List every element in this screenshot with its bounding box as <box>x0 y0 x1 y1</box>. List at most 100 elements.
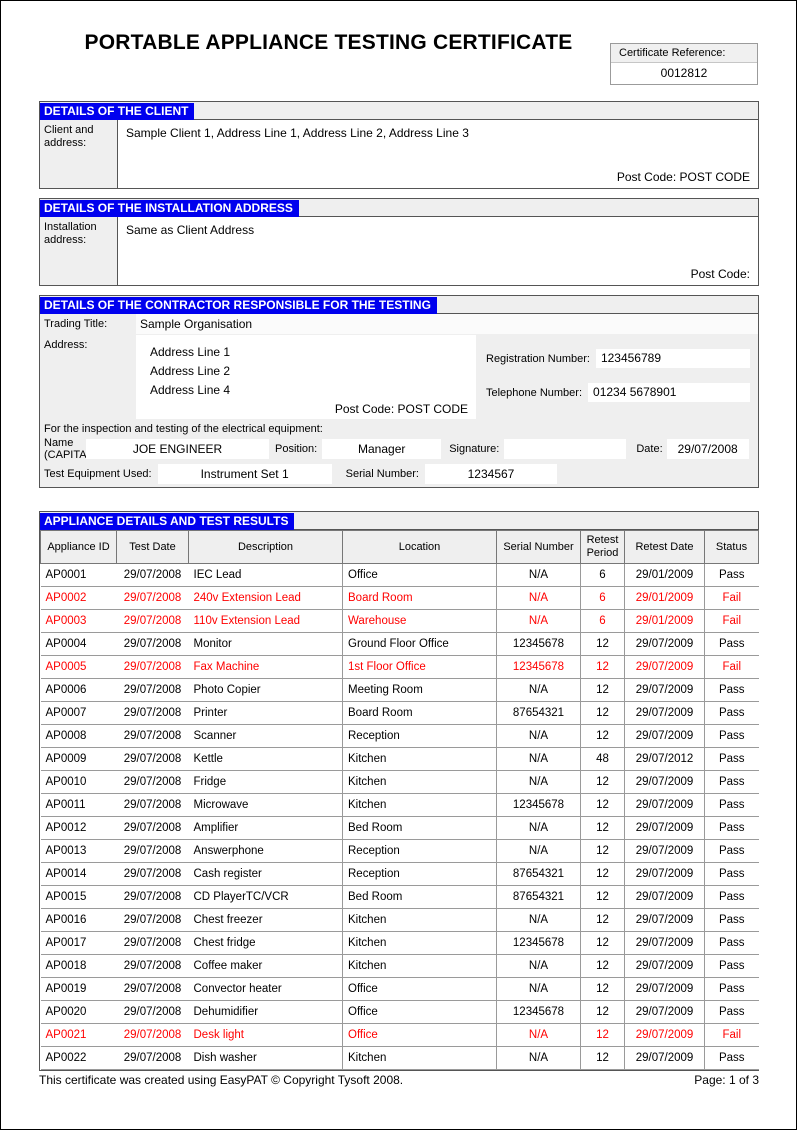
cell-description: Chest fridge <box>188 931 343 955</box>
cell-description: Microwave <box>188 793 343 817</box>
cell-test-date: 29/07/2008 <box>116 862 189 886</box>
cell-test-date: 29/07/2008 <box>116 954 189 978</box>
cell-serial-number: N/A <box>496 609 581 633</box>
contractor-address-line-2: Address Line 2 <box>150 364 231 378</box>
date-input[interactable]: 29/07/2008 <box>666 439 749 459</box>
column-header-retest-date[interactable]: Retest Date <box>624 530 705 564</box>
table-row[interactable]: AP0005 29/07/2008 Fax Machine 1st Floor Off… <box>40 655 759 679</box>
cell-serial-number: N/A <box>496 816 581 840</box>
cell-retest-date: 29/07/2009 <box>624 839 705 863</box>
table-row[interactable]: AP0002 29/07/2008 240v Extension Lead Board… <box>40 586 759 610</box>
cell-retest-period: 12 <box>580 862 625 886</box>
cell-test-date: 29/07/2008 <box>116 655 189 679</box>
table-row[interactable]: AP0019 29/07/2008 Convector heater Office N/… <box>40 977 759 1001</box>
table-row[interactable]: AP0016 29/07/2008 Chest freezer Kitchen N/A 1… <box>40 908 759 932</box>
cell-serial-number: N/A <box>496 586 581 610</box>
table-row[interactable]: AP0018 29/07/2008 Coffee maker Kitchen N/A 12… <box>40 954 759 978</box>
cell-serial-number: N/A <box>496 1023 581 1047</box>
column-header-test-date[interactable]: Test Date <box>116 530 189 564</box>
cell-serial-number: 12345678 <box>496 793 581 817</box>
telephone-number-input[interactable]: 01234 5678901 <box>588 383 750 402</box>
cell-serial-number: 87654321 <box>496 885 581 909</box>
column-header-retest-period[interactable]: Retest Period <box>580 530 625 564</box>
table-row[interactable]: AP0006 29/07/2008 Photo Copier Meeting Room… <box>40 678 759 702</box>
cell-retest-date: 29/07/2009 <box>624 1000 705 1024</box>
column-header-location[interactable]: Location <box>342 530 497 564</box>
table-row[interactable]: AP0013 29/07/2008 Answerphone Reception N/A 1… <box>40 839 759 863</box>
table-row[interactable]: AP0022 29/07/2008 Dish washer Kitchen N/A 12 2… <box>40 1046 759 1070</box>
table-row[interactable]: AP0020 29/07/2008 Dehumidifier Office 123456… <box>40 1000 759 1024</box>
cell-description: Photo Copier <box>188 678 343 702</box>
column-header-description[interactable]: Description <box>188 530 343 564</box>
cell-description: Cash register <box>188 862 343 886</box>
cell-test-date: 29/07/2008 <box>116 977 189 1001</box>
cell-appliance-id: AP0019 <box>40 977 117 1001</box>
test-equipment-input[interactable]: Instrument Set 1 <box>157 464 332 484</box>
cell-location: Board Room <box>342 586 497 610</box>
table-row[interactable]: AP0014 29/07/2008 Cash register Reception 87… <box>40 862 759 886</box>
contractor-address-label: Address: <box>44 339 88 351</box>
cell-appliance-id: AP0010 <box>40 770 117 794</box>
cell-location: Warehouse <box>342 609 497 633</box>
cell-description: Desk light <box>188 1023 343 1047</box>
table-row[interactable]: AP0009 29/07/2008 Kettle Kitchen N/A 48 29/07/… <box>40 747 759 771</box>
table-row[interactable]: AP0010 29/07/2008 Fridge Kitchen N/A 12 29/07/… <box>40 770 759 794</box>
cell-description: CD PlayerTC/VCR <box>188 885 343 909</box>
table-row[interactable]: AP0003 29/07/2008 110v Extension Lead Wareh… <box>40 609 759 633</box>
cell-serial-number: N/A <box>496 839 581 863</box>
contractor-address-lines: Address Line 1 Address Line 2 Address Li… <box>136 335 476 400</box>
cell-appliance-id: AP0001 <box>40 563 117 587</box>
installation-details-section: DETAILS OF THE INSTALLATION ADDRESS Inst… <box>39 198 759 286</box>
cell-retest-date: 29/07/2009 <box>624 632 705 656</box>
column-header-status[interactable]: Status <box>704 530 759 564</box>
cell-test-date: 29/07/2008 <box>116 1046 189 1070</box>
cell-status: Pass <box>704 747 759 771</box>
contractor-band-title: DETAILS OF THE CONTRACTOR RESPONSIBLE FO… <box>40 297 437 314</box>
column-header-serial-number[interactable]: Serial Number <box>496 530 581 564</box>
table-row[interactable]: AP0007 29/07/2008 Printer Board Room 8765432… <box>40 701 759 725</box>
cell-description: Amplifier <box>188 816 343 840</box>
cell-retest-date: 29/07/2009 <box>624 655 705 679</box>
table-row[interactable]: AP0015 29/07/2008 CD PlayerTC/VCR Bed Room 8… <box>40 885 759 909</box>
table-row[interactable]: AP0011 29/07/2008 Microwave Kitchen 12345678… <box>40 793 759 817</box>
installation-address-body[interactable]: Same as Client Address Post Code: <box>118 217 758 285</box>
cell-retest-date: 29/07/2009 <box>624 885 705 909</box>
cell-appliance-id: AP0009 <box>40 747 117 771</box>
table-row[interactable]: AP0017 29/07/2008 Chest fridge Kitchen 12345… <box>40 931 759 955</box>
client-address-body[interactable]: Sample Client 1, Address Line 1, Address… <box>118 120 758 188</box>
cell-location: Reception <box>342 862 497 886</box>
cell-test-date: 29/07/2008 <box>116 701 189 725</box>
table-row[interactable]: AP0001 29/07/2008 IEC Lead Office N/A 6 29/01/… <box>40 563 759 587</box>
certificate-reference-value[interactable]: 0012812 <box>611 62 757 84</box>
table-row[interactable]: AP0012 29/07/2008 Amplifier Bed Room N/A 12 29… <box>40 816 759 840</box>
cell-status: Pass <box>704 977 759 1001</box>
cell-status: Pass <box>704 885 759 909</box>
cell-location: Office <box>342 563 497 587</box>
column-header-appliance-id[interactable]: Appliance ID <box>40 530 117 564</box>
instrument-serial-input[interactable]: 1234567 <box>424 464 557 484</box>
trading-title-value[interactable]: Sample Organisation <box>136 314 758 334</box>
cell-serial-number: 87654321 <box>496 862 581 886</box>
cell-retest-date: 29/07/2009 <box>624 1023 705 1047</box>
table-row[interactable]: AP0021 29/07/2008 Desk light Office N/A 12 29/… <box>40 1023 759 1047</box>
contractor-address-body[interactable]: Address Line 1 Address Line 2 Address Li… <box>136 335 476 419</box>
installation-post-code-label: Post Code: <box>690 267 750 281</box>
client-address-text: Sample Client 1, Address Line 1, Address… <box>126 126 469 140</box>
table-row[interactable]: AP0008 29/07/2008 Scanner Reception N/A 12 29/… <box>40 724 759 748</box>
results-band: APPLIANCE DETAILS AND TEST RESULTS <box>40 512 758 530</box>
cell-appliance-id: AP0018 <box>40 954 117 978</box>
engineer-name-input[interactable]: JOE ENGINEER <box>86 439 269 459</box>
cell-retest-period: 12 <box>580 655 625 679</box>
client-post-code-value: POST CODE <box>679 170 750 184</box>
cell-location: Office <box>342 1000 497 1024</box>
cell-appliance-id: AP0021 <box>40 1023 117 1047</box>
cell-description: Answerphone <box>188 839 343 863</box>
signature-input[interactable] <box>504 439 627 459</box>
registration-number-input[interactable]: 123456789 <box>595 349 750 368</box>
cell-description: 110v Extension Lead <box>188 609 343 633</box>
position-input[interactable]: Manager <box>322 439 442 459</box>
table-row[interactable]: AP0004 29/07/2008 Monitor Ground Floor Offi… <box>40 632 759 656</box>
cell-retest-date: 29/07/2009 <box>624 931 705 955</box>
inspection-note: For the inspection and testing of the el… <box>40 419 758 437</box>
cell-status: Pass <box>704 862 759 886</box>
